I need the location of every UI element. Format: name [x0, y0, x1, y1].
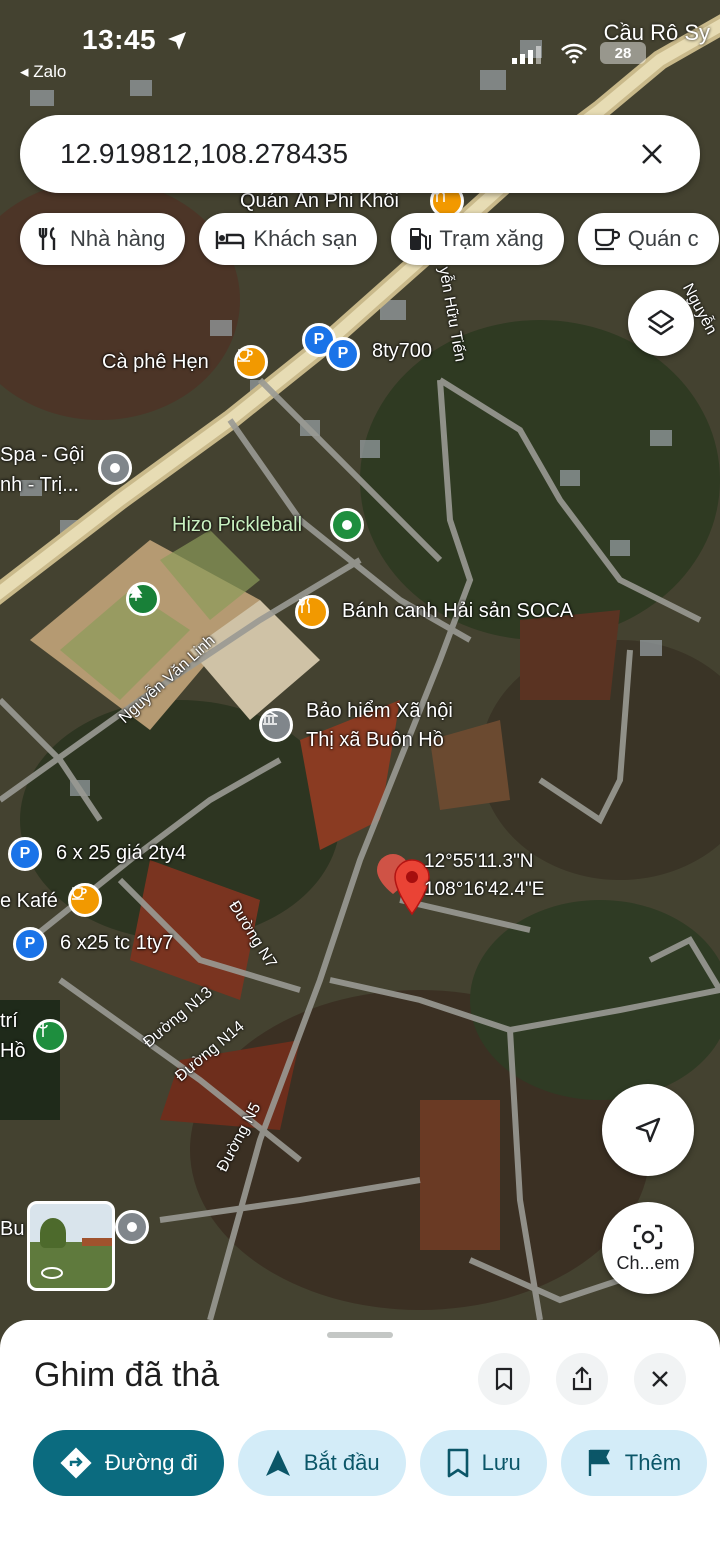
back-to-app-link[interactable]: ◂ Zalo [20, 62, 66, 82]
directions-button[interactable]: Đường đi [33, 1430, 224, 1496]
navigation-arrow-icon [635, 1117, 661, 1143]
save-button[interactable]: Lưu [419, 1430, 547, 1496]
chip-cafes[interactable]: Quán c [577, 213, 719, 265]
place-label-quan-an[interactable]: Quán Ăn Phi Khôi [240, 190, 399, 213]
status-time: 13:45 [82, 24, 157, 55]
save-icon-button[interactable] [478, 1353, 530, 1405]
restaurant-icon [38, 226, 56, 250]
park-pin-icon[interactable] [126, 582, 160, 616]
search-bar[interactable]: 12.919812,108.278435 [20, 115, 700, 193]
layers-icon [647, 309, 675, 336]
action-buttons: Đường đi Bắt đầu Lưu Thêm [33, 1430, 708, 1496]
location-arrow-icon [168, 32, 186, 50]
place-label-tri[interactable]: trí [0, 1010, 18, 1033]
camera-button-label: Ch...em [616, 1252, 680, 1273]
place-label-spa[interactable]: Spa - Gội [0, 444, 84, 467]
camera-icon [633, 1224, 663, 1249]
attraction-pin-icon[interactable] [33, 1019, 67, 1053]
government-pin-icon[interactable] [259, 708, 293, 742]
cafe-pin-icon[interactable] [234, 345, 268, 379]
place-label-lot-1ty7[interactable]: 6 x25 tc 1ty7 [60, 932, 173, 955]
street-view-thumbnail[interactable] [27, 1201, 115, 1291]
place-label-bao-hiem-sub[interactable]: Thị xã Buôn Hồ [306, 729, 444, 752]
place-label-spa-sub[interactable]: nh - Trị... [0, 474, 79, 497]
chip-label: Khách sạn [253, 226, 358, 251]
pin-latitude: 12°55'11.3"N [424, 851, 534, 872]
chip-label: Trạm xăng [439, 226, 544, 251]
wifi-icon [561, 43, 587, 64]
sheet-drag-handle[interactable] [327, 1332, 393, 1338]
close-icon[interactable] [632, 134, 672, 174]
start-label: Bắt đầu [303, 1450, 380, 1475]
gas-station-icon [410, 228, 432, 250]
place-label-bao-hiem[interactable]: Bảo hiểm Xã hội [306, 700, 453, 723]
chip-hotels[interactable]: Khách sạn [199, 213, 378, 265]
share-icon [572, 1366, 592, 1391]
place-label-kafe[interactable]: e Kafé [0, 890, 58, 913]
spa-pin-icon[interactable] [98, 451, 132, 485]
camera-button[interactable]: Ch...em [602, 1202, 694, 1294]
sheet-title: Ghim đã thả [34, 1356, 220, 1394]
place-pin-icon[interactable] [115, 1210, 149, 1244]
hotel-icon [216, 231, 245, 249]
close-icon [652, 1371, 668, 1387]
share-button[interactable] [556, 1353, 608, 1405]
bookmark-icon [495, 1367, 513, 1391]
directions-icon [60, 1447, 92, 1479]
parking-pin-icon[interactable]: P [8, 837, 42, 871]
place-label-banh-canh[interactable]: Bánh canh Hải sản SOCA [342, 600, 573, 623]
chip-restaurants[interactable]: Nhà hàng [20, 213, 186, 265]
place-sheet: Ghim đã thả Đường đi Bắt đầu Lưu Thêm [0, 1320, 720, 1565]
place-label-8ty700[interactable]: 8ty700 [372, 340, 432, 363]
battery-icon: 28 [600, 42, 646, 64]
save-label: Lưu [481, 1450, 521, 1475]
category-chips: Nhà hàng Khách sạn Trạm xăng Quán c [20, 213, 719, 265]
flag-icon [588, 1449, 610, 1476]
start-button[interactable]: Bắt đầu [237, 1430, 406, 1496]
sports-pin-icon[interactable] [330, 508, 364, 542]
parking-pin-icon[interactable]: P [326, 337, 360, 371]
more-label: Thêm [624, 1450, 682, 1475]
more-button[interactable]: Thêm [560, 1430, 708, 1496]
place-label-ho[interactable]: Hồ [0, 1040, 26, 1063]
cafe-icon [594, 228, 620, 251]
pin-longitude: 108°16'42.4"E [424, 879, 545, 900]
close-sheet-button[interactable] [634, 1353, 686, 1405]
place-label-bu[interactable]: Bu [0, 1218, 24, 1241]
chip-gas-stations[interactable]: Trạm xăng [391, 213, 564, 265]
search-input[interactable]: 12.919812,108.278435 [60, 138, 632, 170]
directions-label: Đường đi [105, 1450, 198, 1475]
my-location-button[interactable] [602, 1084, 694, 1176]
rotate-360-icon [41, 1267, 63, 1279]
place-label-ca-phe-hen[interactable]: Cà phê Hẹn [102, 351, 209, 374]
restaurant-pin-icon[interactable] [295, 595, 329, 629]
place-label-hizo[interactable]: Hizo Pickleball [172, 514, 302, 537]
navigation-arrow-icon [265, 1450, 290, 1476]
signal-icon [512, 46, 541, 64]
layers-button[interactable] [628, 290, 694, 356]
chip-label: Quán c [627, 226, 699, 251]
chip-label: Nhà hàng [70, 226, 166, 251]
cafe-pin-icon[interactable] [68, 883, 102, 917]
place-label-lot-2ty4[interactable]: 6 x 25 giá 2ty4 [56, 842, 186, 865]
bookmark-icon [447, 1448, 468, 1478]
parking-pin-icon[interactable]: P [13, 927, 47, 961]
